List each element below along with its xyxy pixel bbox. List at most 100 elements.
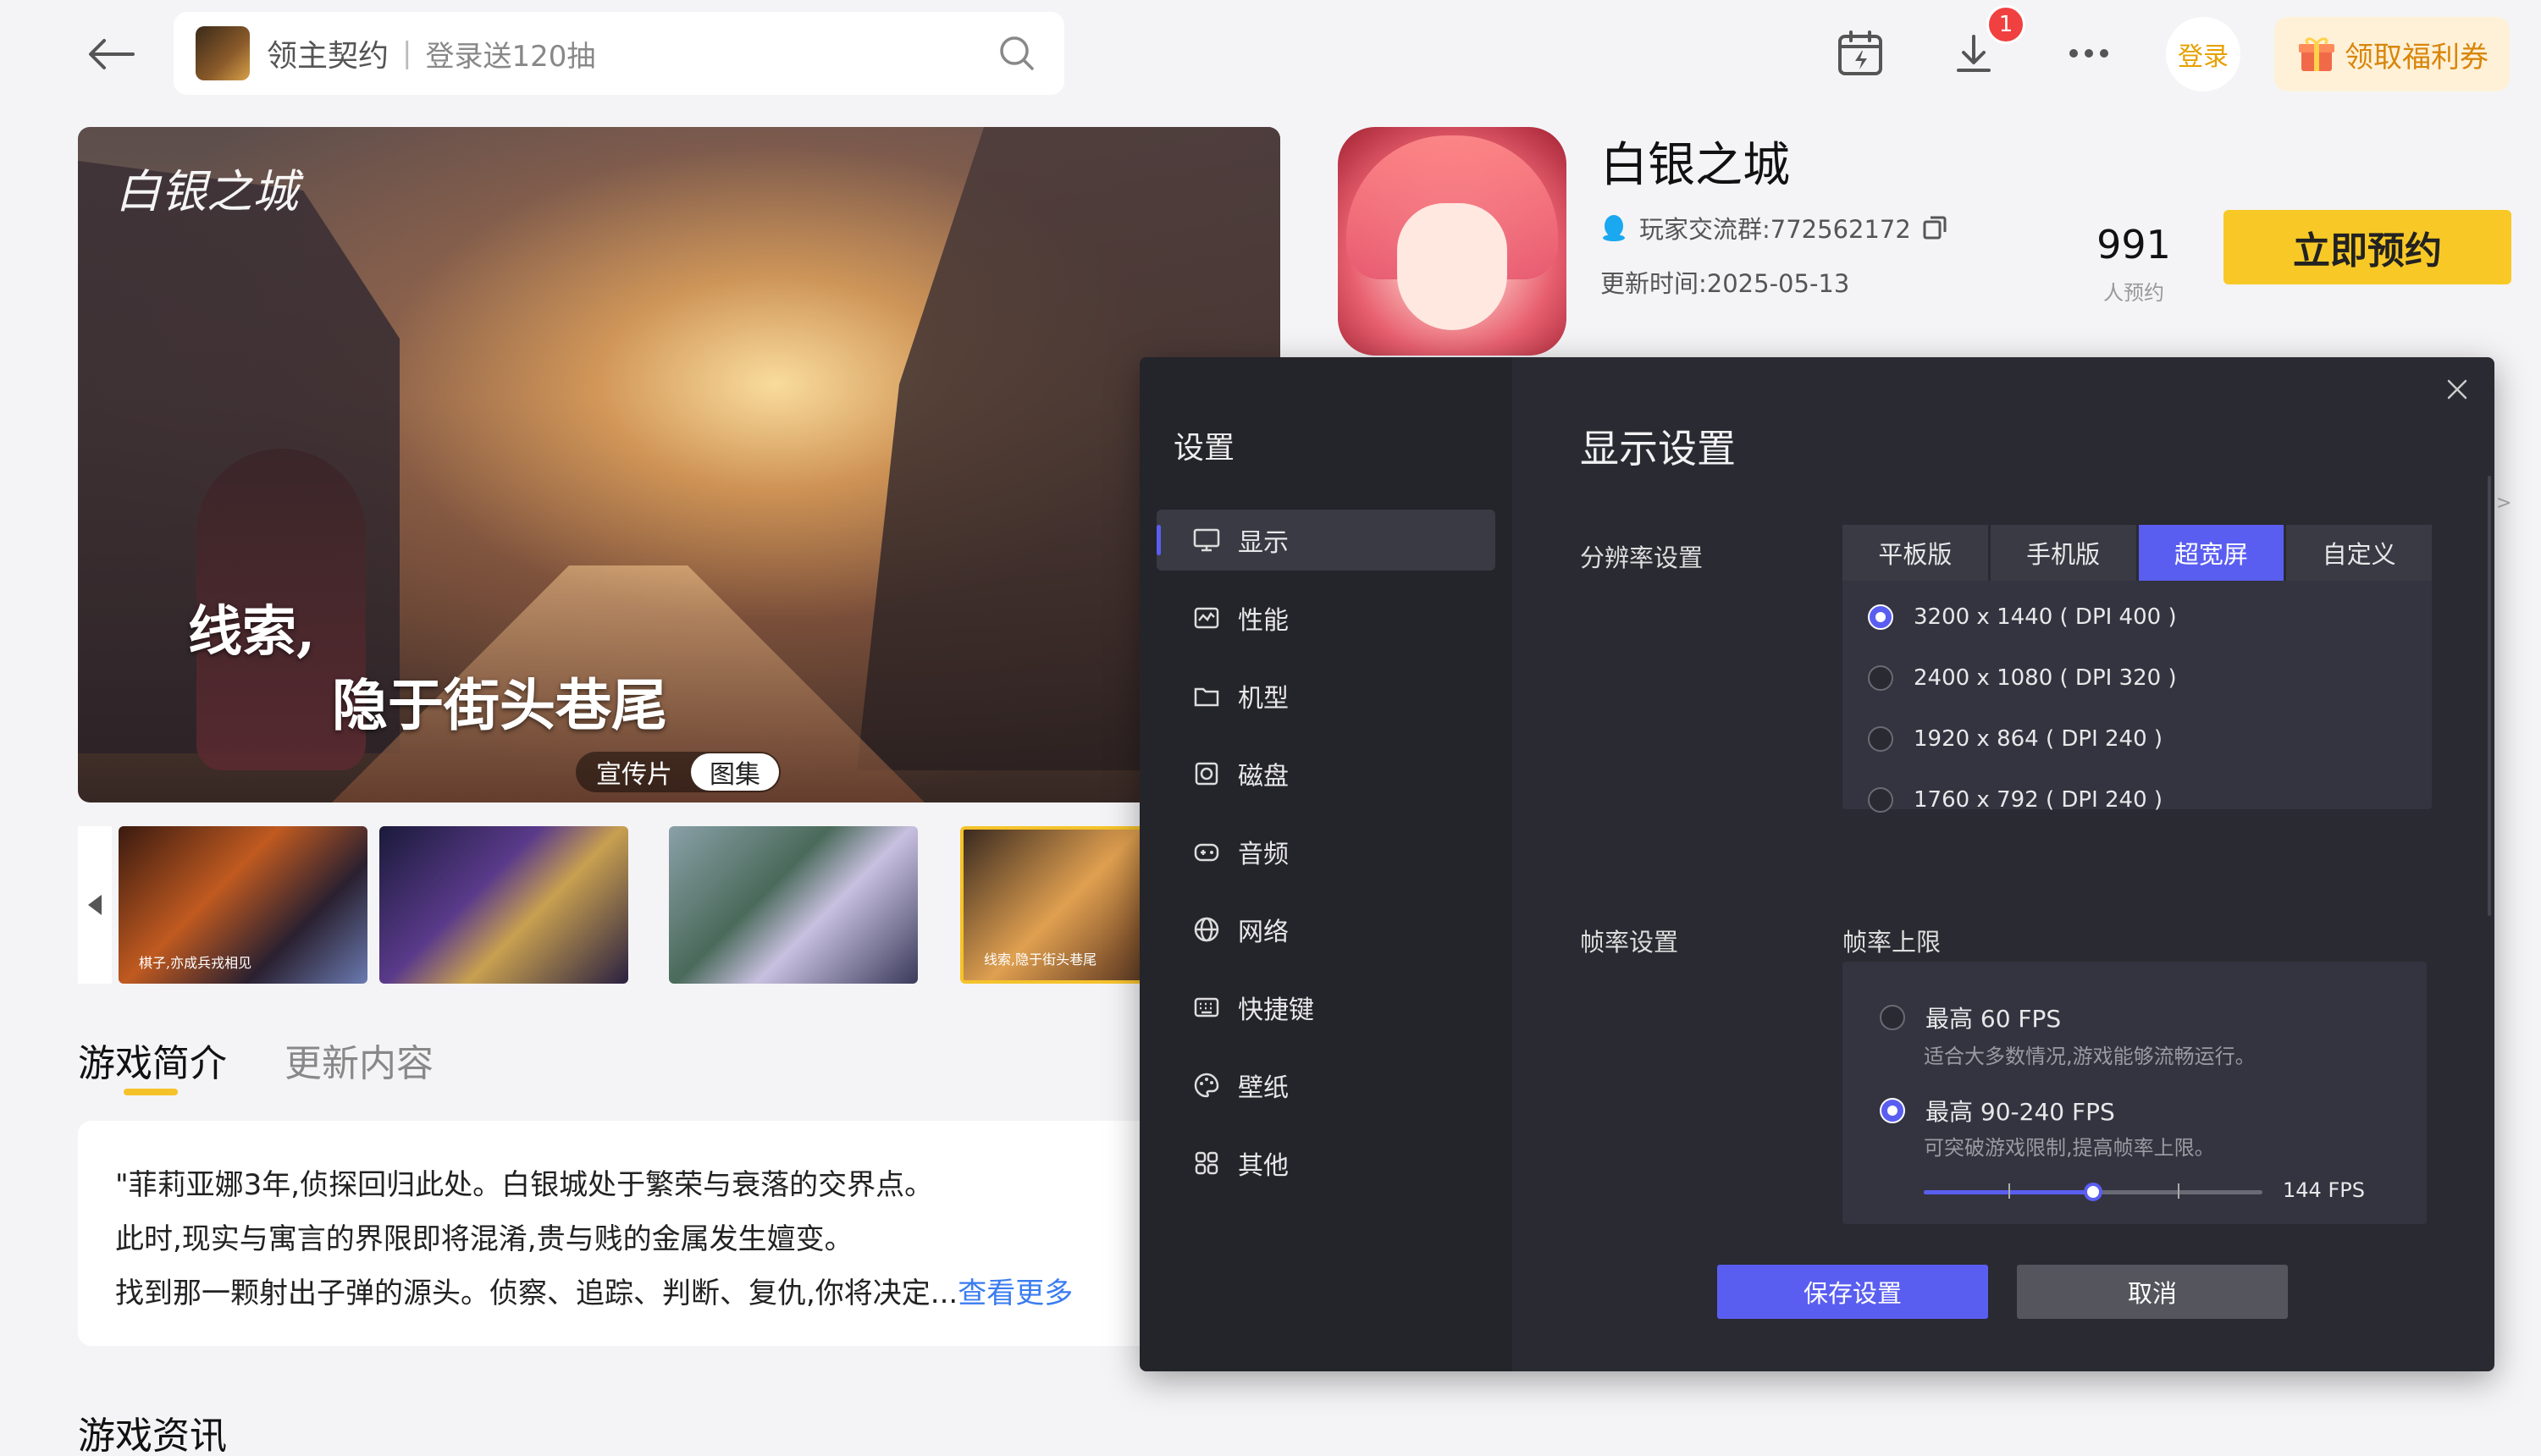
resolution-option-label: 3200 x 1440 ( DPI 400 ) [1914,604,2177,630]
calendar-flash-icon [1838,30,1882,75]
fps-option-desc: 可突破游戏限制,提高帧率上限。 [1924,1136,2215,1160]
hero-slogan-line2: 隐于街头巷尾 [332,672,667,738]
fps-option-desc: 适合大多数情况,游戏能够流畅运行。 [1924,1045,2256,1068]
gift-icon [2295,33,2338,75]
resolution-tab-ultrawide[interactable]: 超宽屏 [2138,525,2284,581]
login-button[interactable]: 登录 [2166,17,2240,91]
radio-button[interactable] [1868,726,1893,752]
download-icon [1957,35,1991,72]
settings-nav-device-model[interactable]: 机型 [1157,665,1495,726]
settings-nav-network[interactable]: 网络 [1157,899,1495,960]
hero-slogan-line1: 线索, [188,600,316,664]
hero-game-logo: 白银之城 [115,165,298,218]
save-settings-button[interactable]: 保存设置 [1717,1265,1988,1319]
fps-limit-label: 帧率上限 [1842,928,1942,957]
settings-nav-shortcuts[interactable]: 快捷键 [1157,977,1495,1038]
fps-slider-knob[interactable] [2084,1183,2102,1201]
fps-options-panel: 最高 60 FPS 适合大多数情况,游戏能够流畅运行。 最高 90-240 FP… [1842,962,2427,1224]
resolution-option-3[interactable]: 1920 x 864 ( DPI 240 ) [1868,726,2163,752]
close-button[interactable] [2437,369,2477,410]
search-promo-text: 登录送120抽 [425,39,596,74]
network-icon [1192,915,1221,944]
download-badge: 1 [1986,5,2025,44]
settings-nav-performance[interactable]: 性能 [1157,587,1495,648]
fps-slider[interactable] [1924,1183,2262,1201]
chevron-right-icon[interactable]: > [2496,493,2511,514]
close-icon [2447,379,2467,400]
fps-option-label: 最高 60 FPS [1925,1005,2062,1033]
back-button[interactable] [78,24,144,85]
player-group-label: 玩家交流群:772562172 [1639,215,1911,244]
radio-button[interactable] [1880,1098,1905,1123]
settings-dialog: 设置 显示 性能 机型 磁盘 音频 网络 快捷键 壁纸 其他 显示设置 分辨率设… [1140,357,2494,1371]
welfare-coupon-button[interactable]: 领取福利券 [2274,17,2510,91]
resolution-tab-phone[interactable]: 手机版 [1990,525,2136,581]
resolution-section-label: 分辨率设置 [1580,543,1704,572]
settings-nav-other[interactable]: 其他 [1157,1133,1495,1194]
resolution-option-4[interactable]: 1760 x 792 ( DPI 240 ) [1868,787,2163,813]
intro-line-3: 找到那一颗射出子弹的源头。侦察、追踪、判断、复仇,你将决定...查看更多 [115,1266,1243,1321]
resolution-tab-custom[interactable]: 自定义 [2286,525,2432,581]
settings-nav-display[interactable]: 显示 [1157,510,1495,571]
search-icon[interactable] [992,28,1042,79]
search-game-title: 领主契约 [267,39,389,74]
settings-nav-audio[interactable]: 音频 [1157,821,1495,882]
settings-nav-label: 其他 [1238,1151,1289,1181]
radio-button[interactable] [1868,604,1893,630]
reserve-now-button[interactable]: 立即预约 [2223,210,2511,284]
game-news-heading: 游戏资讯 [78,1415,227,1456]
more-dots-icon [2069,49,2108,58]
cancel-button[interactable]: 取消 [2017,1265,2288,1319]
copy-icon[interactable] [1921,214,1948,241]
settings-title: 显示设置 [1580,426,1736,472]
thumbnail-caption: 线索,隐于街头巷尾 [984,951,1097,968]
resolution-option-label: 1760 x 792 ( DPI 240 ) [1914,787,2163,813]
resolution-tab-tablet[interactable]: 平板版 [1842,525,1988,581]
game-app-icon [1338,127,1566,356]
reserve-count-label: 人预约 [2103,281,2164,305]
fps-option-90-240[interactable]: 最高 90-240 FPS [1880,1094,2115,1128]
calendar-button[interactable] [1831,24,1890,83]
active-tab-underline [124,1089,178,1095]
more-button[interactable] [2059,24,2118,83]
keyboard-icon [1192,993,1221,1022]
settings-nav-label: 机型 [1238,684,1289,714]
thumbnail-2[interactable] [379,826,628,984]
other-icon [1192,1149,1221,1177]
fps-slider-tick [2008,1183,2010,1199]
tab-game-intro[interactable]: 游戏简介 [78,1033,227,1087]
media-tab-trailer[interactable]: 宣传片 [577,753,691,791]
qq-penguin-icon [1603,215,1625,241]
search-separator: | [402,36,412,70]
settings-nav-wallpaper[interactable]: 壁纸 [1157,1055,1495,1116]
radio-button[interactable] [1880,1005,1905,1030]
reserve-count: 991 [2096,222,2171,267]
triangle-left-icon [88,895,102,915]
resolution-option-2[interactable]: 2400 x 1080 ( DPI 320 ) [1868,665,2177,691]
settings-scrollbar[interactable] [2488,476,2491,916]
fps-slider-tick [2178,1183,2179,1199]
fps-option-60[interactable]: 最高 60 FPS [1880,1001,2061,1034]
fps-option-label: 最高 90-240 FPS [1925,1098,2115,1126]
hero-media[interactable]: 白银之城 线索, 隐于街头巷尾 [78,127,1280,802]
radio-button[interactable] [1868,665,1893,691]
settings-nav-disk[interactable]: 磁盘 [1157,743,1495,804]
media-tabs: 宣传片 图集 [576,752,781,792]
thumbnail-prev-button[interactable] [78,826,112,984]
see-more-link[interactable]: 查看更多 [958,1277,1073,1310]
settings-nav-label: 性能 [1238,606,1289,636]
media-tab-gallery[interactable]: 图集 [691,753,779,791]
thumbnail-3[interactable] [669,826,918,984]
resolution-option-label: 1920 x 864 ( DPI 240 ) [1914,726,2163,752]
intro-line-2: 此时,现实与寓言的界限即将混淆,贵与贱的金属发生嬗变。 [115,1222,853,1256]
radio-button[interactable] [1868,787,1893,813]
fps-section-label: 帧率设置 [1580,928,1679,957]
resolution-option-1[interactable]: 3200 x 1440 ( DPI 400 ) [1868,604,2177,630]
player-group-row: 玩家交流群:772562172 [1600,210,1948,245]
thumbnail-1[interactable]: 棋子,亦成兵戎相见 [119,826,367,984]
search-bar[interactable]: 领主契约 | 登录送120抽 [174,12,1064,95]
settings-nav-label: 壁纸 [1238,1073,1289,1103]
resolution-tabs: 平板版 手机版 超宽屏 自定义 [1842,525,2432,581]
download-button[interactable]: 1 [1944,5,2025,83]
tab-update-content[interactable]: 更新内容 [284,1033,434,1087]
